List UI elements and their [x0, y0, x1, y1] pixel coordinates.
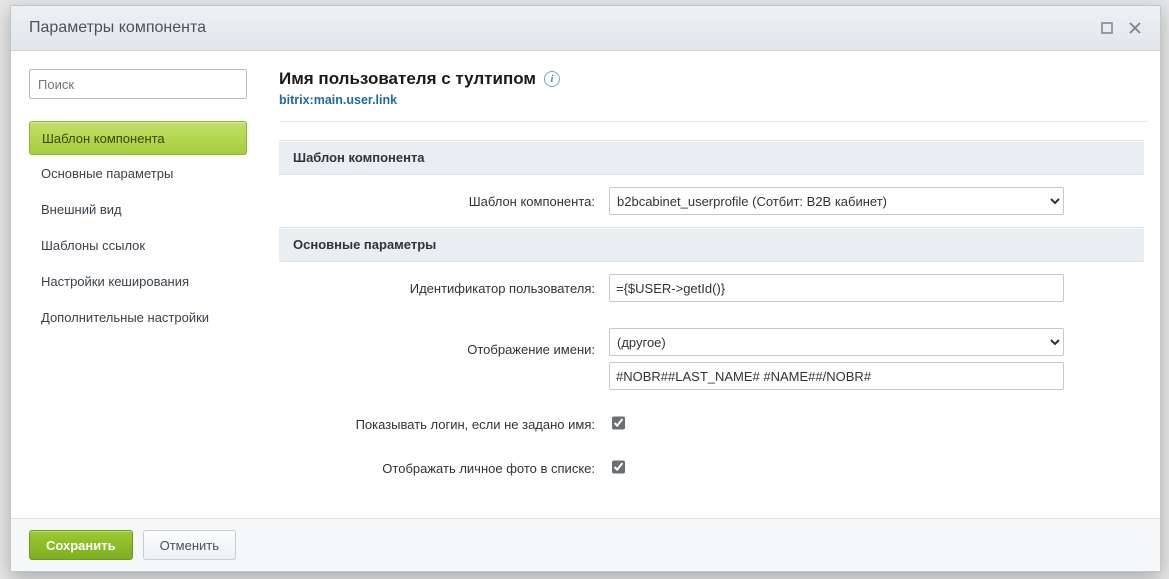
dialog-body: Шаблон компонентаОсновные параметрыВнешн… — [11, 51, 1160, 518]
control-show-photo — [609, 458, 1144, 478]
checkbox-show-photo[interactable] — [612, 459, 625, 475]
sidebar-item-cache[interactable]: Настройки кеширования — [29, 265, 247, 299]
select-name-display[interactable]: (другое) — [609, 328, 1064, 356]
select-template[interactable]: b2bcabinet_userprofile (Сотбит: B2B каби… — [609, 187, 1064, 215]
cancel-button[interactable]: Отменить — [143, 530, 236, 560]
label-user-id: Идентификатор пользователя: — [279, 281, 609, 296]
sidebar-item-link_tpl[interactable]: Шаблоны ссылок — [29, 229, 247, 263]
row-next-partial — [279, 490, 1144, 508]
dialog-titlebar: Параметры компонента — [11, 6, 1160, 51]
row-show-login: Показывать логин, если не задано имя: — [279, 402, 1144, 446]
page-title: Имя пользователя с тултипом — [279, 69, 536, 89]
component-id: bitrix:main.user.link — [279, 93, 1148, 107]
row-show-photo: Отображать личное фото в списке: — [279, 446, 1144, 490]
maximize-icon[interactable] — [1100, 21, 1114, 35]
save-button[interactable]: Сохранить — [29, 530, 133, 560]
section-header-template: Шаблон компонента — [279, 140, 1144, 175]
info-icon[interactable]: i — [544, 71, 560, 87]
label-name-display: Отображение имени: — [279, 328, 609, 357]
section-header-base: Основные параметры — [279, 227, 1144, 262]
control-name-display: (другое) — [609, 328, 1144, 390]
sidebar: Шаблон компонентаОсновные параметрыВнешн… — [29, 69, 259, 508]
sidebar-item-tpl[interactable]: Шаблон компонента — [29, 121, 247, 155]
component-params-dialog: Параметры компонента Шаблон компонентаОс… — [10, 5, 1161, 572]
main-panel: Имя пользователя с тултипом i bitrix:mai… — [279, 69, 1148, 508]
sidebar-item-view[interactable]: Внешний вид — [29, 193, 247, 227]
scroll-area[interactable]: Шаблон компонента Шаблон компонента: b2b… — [279, 140, 1148, 508]
search-input[interactable] — [29, 69, 247, 99]
close-icon[interactable] — [1128, 21, 1142, 35]
sidebar-separator — [29, 99, 259, 121]
label-show-photo: Отображать личное фото в списке: — [279, 461, 609, 476]
main-divider — [279, 121, 1148, 122]
label-template: Шаблон компонента: — [279, 194, 609, 209]
main-header: Имя пользователя с тултипом i — [279, 69, 1148, 89]
row-name-display: Отображение имени: (другое) — [279, 314, 1144, 402]
label-show-login: Показывать логин, если не задано имя: — [279, 417, 609, 432]
control-show-login — [609, 414, 1144, 434]
dialog-footer: Сохранить Отменить — [11, 518, 1160, 571]
input-name-display-template[interactable] — [609, 362, 1064, 390]
control-next-partial — [609, 502, 1144, 508]
control-template: b2bcabinet_userprofile (Сотбит: B2B каби… — [609, 187, 1144, 215]
control-user-id — [609, 274, 1144, 302]
checkbox-show-login[interactable] — [612, 415, 625, 431]
dialog-title: Параметры компонента — [29, 6, 206, 50]
sidebar-item-extra[interactable]: Дополнительные настройки — [29, 301, 247, 335]
sidebar-item-base[interactable]: Основные параметры — [29, 157, 247, 191]
row-user-id: Идентификатор пользователя: — [279, 262, 1144, 314]
sidebar-nav: Шаблон компонентаОсновные параметрыВнешн… — [29, 121, 259, 335]
input-user-id[interactable] — [609, 274, 1064, 302]
dialog-titlebar-actions — [1100, 21, 1142, 35]
row-template: Шаблон компонента: b2bcabinet_userprofil… — [279, 175, 1144, 227]
